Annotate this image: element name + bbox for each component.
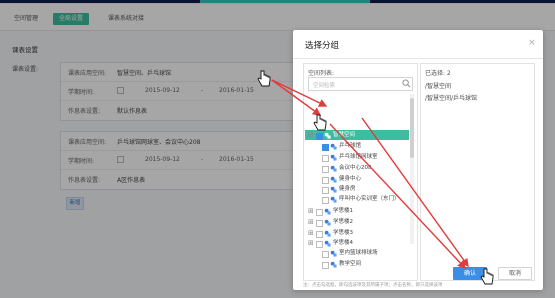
- annotation-arrow: [271, 79, 328, 107]
- hand-cursor-icon: [480, 268, 494, 285]
- hand-cursor-icon: [257, 70, 271, 87]
- annotation-arrow: [271, 79, 322, 116]
- annotation-arrow: [329, 123, 466, 270]
- annotation-arrows: [271, 79, 469, 270]
- annotation-arrow: [361, 117, 469, 268]
- hand-cursor-icon: [313, 114, 327, 131]
